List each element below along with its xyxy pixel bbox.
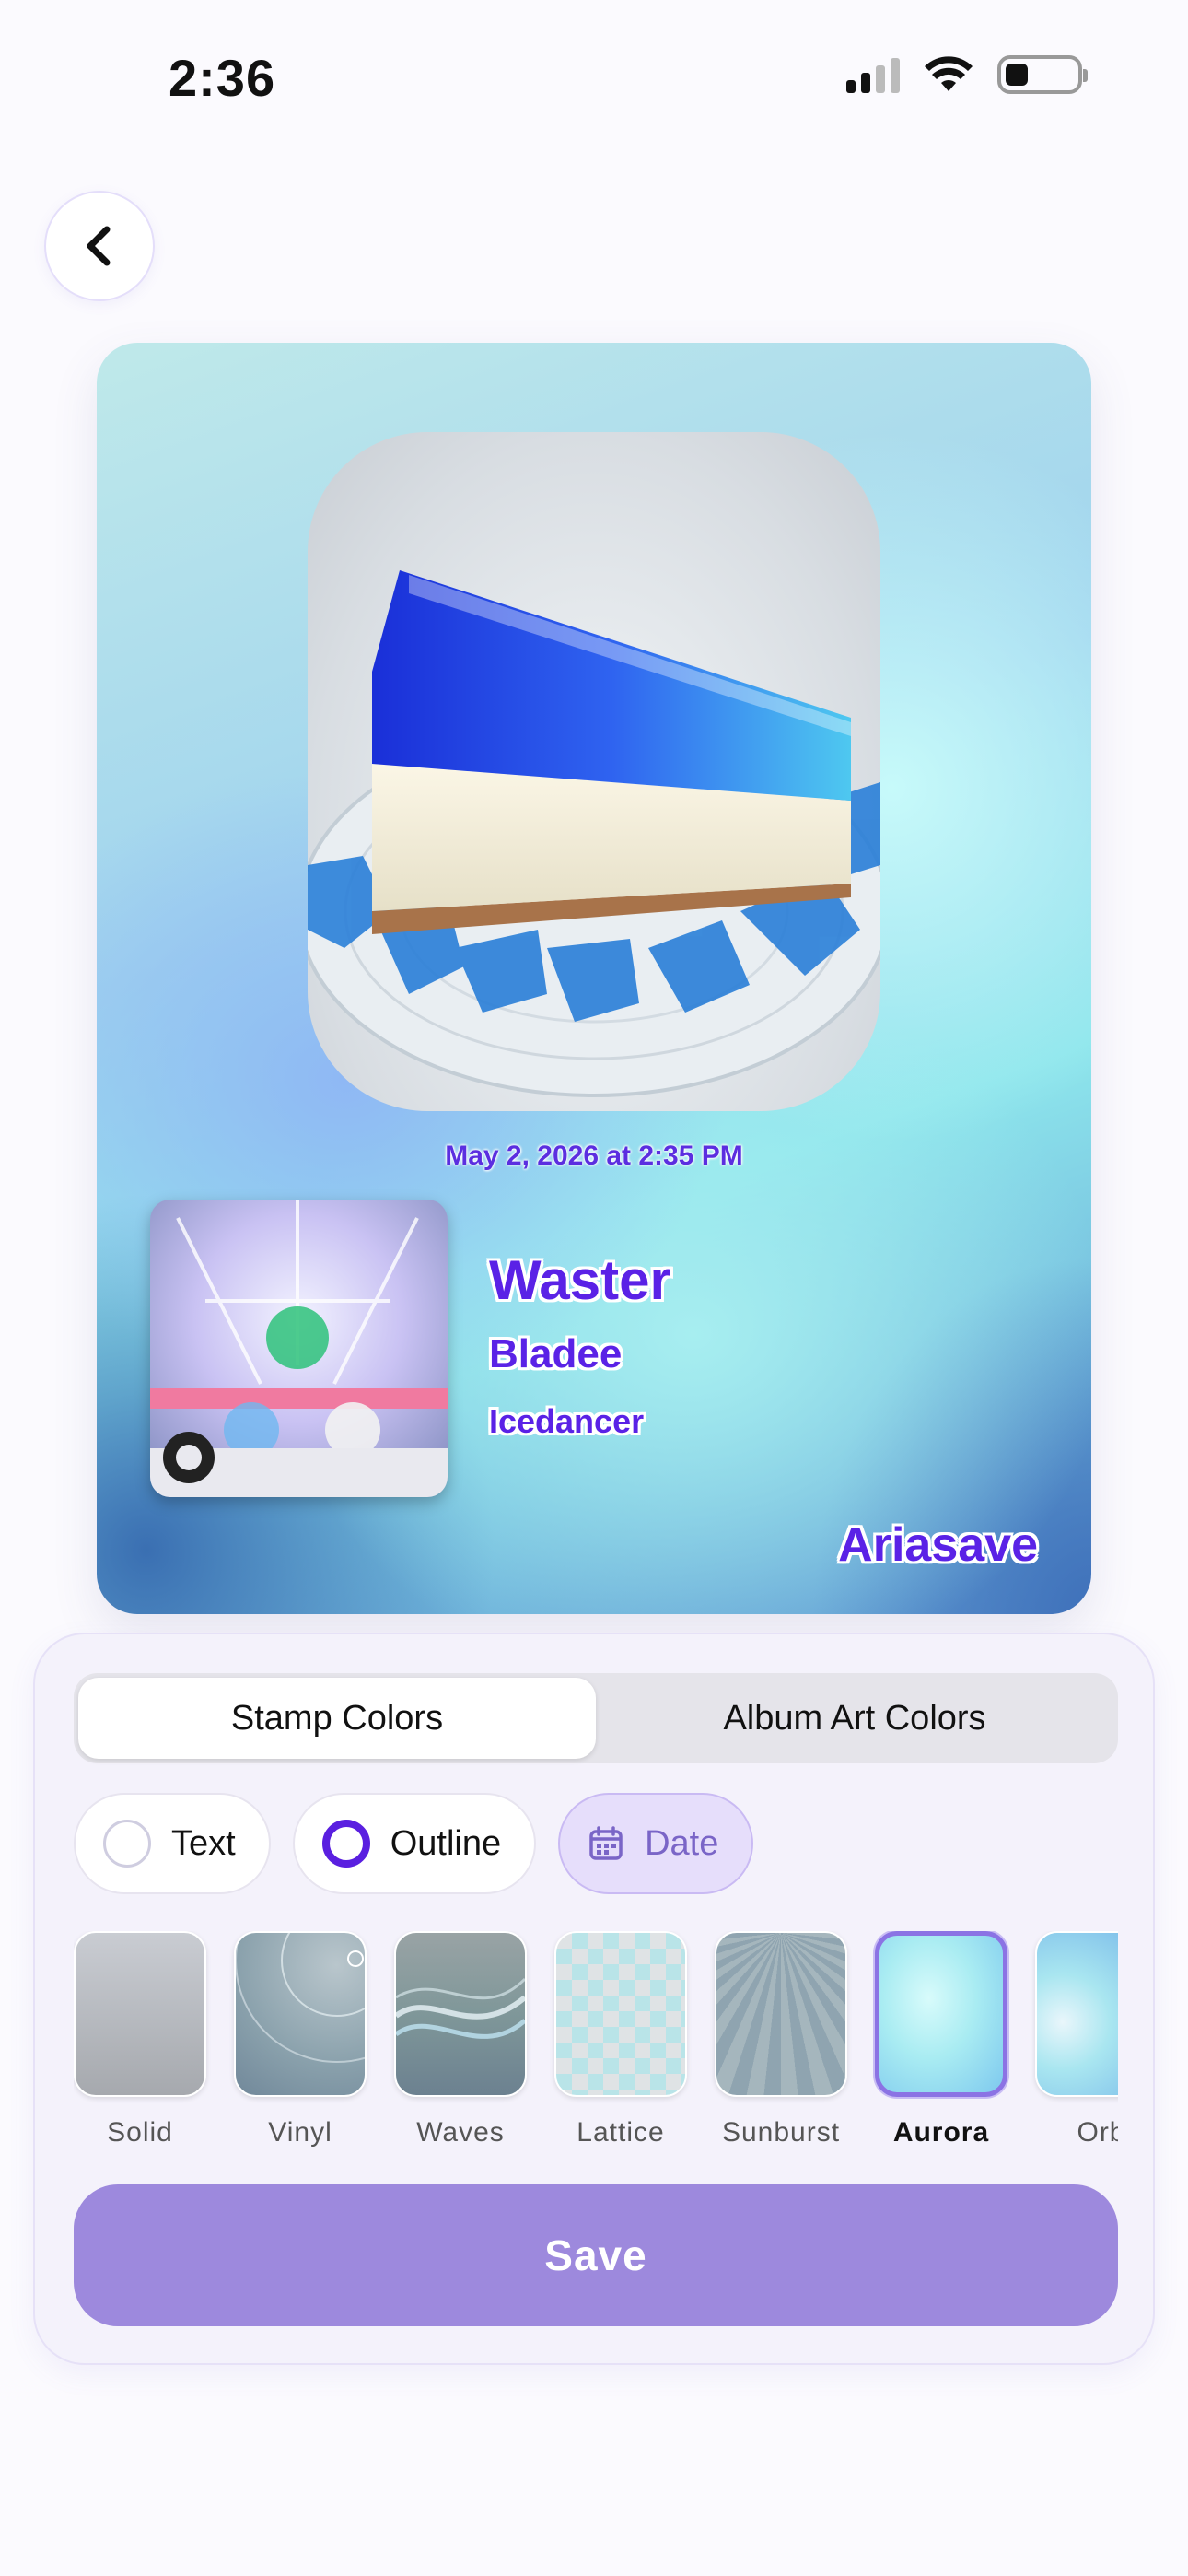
- screen: 2:36 May 2, 2026 at 2:35 PM Waster Blade…: [0, 0, 1188, 2576]
- color-target-chips: Text Outline Date: [74, 1793, 754, 1894]
- bg-option-vinyl[interactable]: Vinyl: [234, 1931, 367, 2149]
- editor-panel: Stamp Colors Album Art Colors Text Outli…: [33, 1633, 1155, 2365]
- tab-stamp-colors[interactable]: Stamp Colors: [78, 1678, 596, 1759]
- outline-color-chip[interactable]: Outline: [292, 1793, 537, 1894]
- stamp-preview: May 2, 2026 at 2:35 PM Waster Bladee Ice…: [97, 343, 1091, 1614]
- swatch-sunburst: [715, 1931, 847, 2097]
- calendar-icon: [589, 1826, 623, 1860]
- swatch-orb: [1035, 1931, 1118, 2097]
- cellular-signal-icon: [846, 56, 900, 93]
- bg-option-aurora[interactable]: Aurora: [875, 1931, 1007, 2149]
- track-artist: Bladee: [489, 1331, 623, 1376]
- text-chip-label: Text: [171, 1823, 236, 1863]
- track-title: Waster: [489, 1249, 671, 1311]
- bg-option-solid[interactable]: Solid: [74, 1931, 206, 2149]
- brand-watermark: Ariasave: [838, 1518, 1038, 1572]
- bg-label: Orb: [1077, 2117, 1118, 2148]
- save-button[interactable]: Save: [74, 2184, 1118, 2326]
- date-toggle-chip[interactable]: Date: [558, 1793, 754, 1894]
- bg-label: Vinyl: [268, 2117, 332, 2148]
- bg-option-orb[interactable]: Orb: [1035, 1931, 1118, 2149]
- radio-unselected-icon: [103, 1820, 151, 1868]
- swatch-lattice: [554, 1931, 687, 2097]
- bg-label-selected: Aurora: [892, 2117, 990, 2148]
- tab-album-art-colors[interactable]: Album Art Colors: [596, 1678, 1113, 1759]
- battery-low-icon: [997, 55, 1088, 94]
- stamp-photo: [308, 432, 880, 1111]
- background-style-picker: Solid Vinyl Waves Lattice Sunburst Auror…: [74, 1931, 1118, 2152]
- swatch-waves: [394, 1931, 527, 2097]
- status-icons: [846, 55, 1088, 94]
- stamp-date: May 2, 2026 at 2:35 PM: [445, 1141, 743, 1171]
- bg-option-sunburst[interactable]: Sunburst: [715, 1931, 847, 2149]
- swatch-solid: [74, 1931, 206, 2097]
- bg-option-waves[interactable]: Waves: [394, 1931, 527, 2149]
- bg-option-lattice[interactable]: Lattice: [554, 1931, 687, 2149]
- bg-label: Sunburst: [721, 2117, 841, 2148]
- bg-label: Lattice: [577, 2117, 665, 2148]
- track-album: Icedancer: [489, 1402, 645, 1440]
- color-mode-segmented-control: Stamp Colors Album Art Colors: [74, 1673, 1118, 1763]
- outline-chip-label: Outline: [390, 1823, 502, 1863]
- swatch-vinyl: [234, 1931, 367, 2097]
- text-color-chip[interactable]: Text: [74, 1793, 271, 1894]
- date-chip-label: Date: [645, 1823, 719, 1863]
- wifi-icon: [925, 56, 973, 91]
- album-art: [150, 1200, 448, 1497]
- bg-label: Solid: [107, 2117, 173, 2148]
- chevron-left-icon: [87, 226, 111, 266]
- radio-selected-icon: [321, 1820, 370, 1868]
- back-button[interactable]: [44, 191, 155, 301]
- status-time: 2:36: [169, 49, 276, 107]
- bg-label: Waves: [416, 2117, 505, 2148]
- swatch-aurora: [875, 1931, 1007, 2097]
